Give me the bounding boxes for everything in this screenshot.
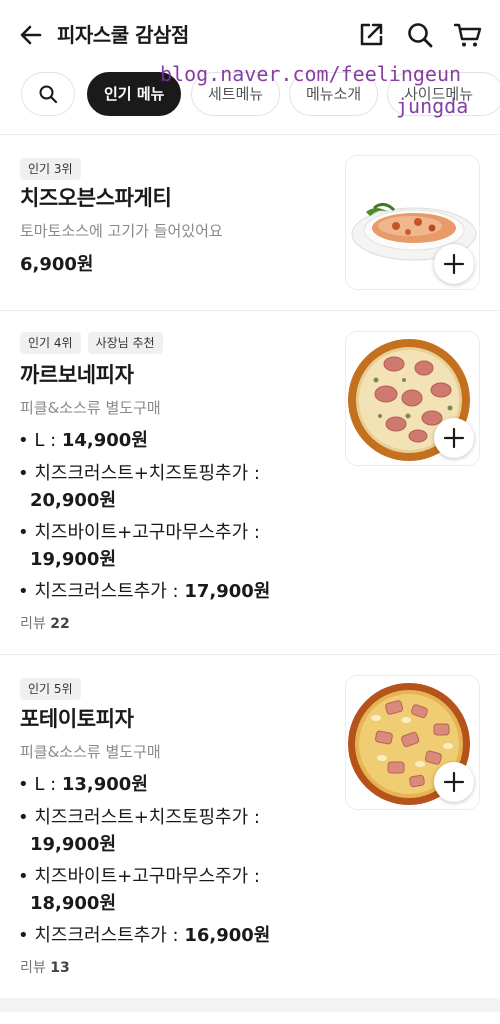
search-icon xyxy=(39,85,58,104)
rank-badge: 인기 5위 xyxy=(20,678,81,700)
menu-description: 토마토소스에 고기가 들어있어요 xyxy=(20,222,223,240)
tab-side-menu[interactable]: 사이드메뉴 xyxy=(387,72,500,116)
price-option-label: • 치즈바이트+고구마무스추가 : xyxy=(18,522,260,543)
price-option: • L : 13,900원 xyxy=(18,774,148,795)
cart-icon xyxy=(453,23,482,47)
menu-description: 피클&소스류 별도구매 xyxy=(20,743,161,761)
rank-badge: 인기 3위 xyxy=(20,158,81,180)
share-icon xyxy=(360,23,383,46)
tab-menu-intro[interactable]: 메뉴소개 xyxy=(289,72,379,116)
add-to-cart-button[interactable] xyxy=(434,418,474,458)
tab-set-menu[interactable]: 세트메뉴 xyxy=(191,72,281,116)
review-count: 리뷰 13 xyxy=(20,960,70,976)
price-option-value: 18,900원 xyxy=(30,893,117,914)
price-option: • L : 14,900원 xyxy=(18,430,148,451)
app-header: 피자스쿨 감삼점 xyxy=(0,0,500,70)
plus-icon xyxy=(443,427,465,449)
menu-item-spaghetti[interactable]: 인기 3위 치즈오븐스파게티 토마토소스에 고기가 들어있어요 6,900원 xyxy=(0,134,500,310)
plus-icon xyxy=(443,771,465,793)
menu-item-carbonara-pizza[interactable]: 인기 4위 사장님 추천 까르보네피자 피클&소스류 별도구매 • L : 14… xyxy=(0,310,500,654)
add-to-cart-button[interactable] xyxy=(434,762,474,802)
price-option-value: 19,900원 xyxy=(30,834,117,855)
price-option-label: • 치즈크러스트+치즈토핑추가 : xyxy=(18,807,260,828)
search-button[interactable] xyxy=(405,20,435,50)
menu-category-tabs: 인기 메뉴 세트메뉴 메뉴소개 사이드메뉴 xyxy=(0,72,500,118)
review-count: 리뷰 22 xyxy=(20,616,70,632)
arrow-left-icon xyxy=(20,25,42,45)
price-option-label: • 치즈바이트+고구마무스주가 : xyxy=(18,866,260,887)
price-option: • 치즈크러스트추가 : 16,900원 xyxy=(18,925,271,946)
menu-name: 치즈오븐스파게티 xyxy=(20,186,172,210)
menu-search-button[interactable] xyxy=(21,72,75,116)
back-button[interactable] xyxy=(16,20,46,50)
owner-pick-badge: 사장님 추천 xyxy=(87,332,163,354)
store-title: 피자스쿨 감삼점 xyxy=(57,23,189,47)
add-to-cart-button[interactable] xyxy=(434,244,474,284)
menu-name: 포테이토피자 xyxy=(20,707,134,731)
menu-price: 6,900원 xyxy=(20,254,94,275)
plus-icon xyxy=(443,253,465,275)
badge-group: 인기 5위 xyxy=(20,678,81,700)
menu-name: 까르보네피자 xyxy=(20,363,134,387)
section-divider xyxy=(0,998,500,1012)
tab-popular-menu[interactable]: 인기 메뉴 xyxy=(87,72,182,116)
price-option: • 치즈크러스트추가 : 17,900원 xyxy=(18,581,271,602)
badge-group: 인기 3위 xyxy=(20,158,81,180)
cart-button[interactable] xyxy=(453,20,483,50)
share-button[interactable] xyxy=(356,20,386,50)
menu-description: 피클&소스류 별도구매 xyxy=(20,399,161,417)
menu-item-potato-pizza[interactable]: 인기 5위 포테이토피자 피클&소스류 별도구매 • L : 13,900원 •… xyxy=(0,654,500,998)
search-icon xyxy=(408,23,433,48)
rank-badge: 인기 4위 xyxy=(20,332,81,354)
price-option-value: 19,900원 xyxy=(30,549,117,570)
price-option-value: 20,900원 xyxy=(30,490,117,511)
badge-group: 인기 4위 사장님 추천 xyxy=(20,332,163,354)
price-option-label: • 치즈크러스트+치즈토핑추가 : xyxy=(18,463,260,484)
